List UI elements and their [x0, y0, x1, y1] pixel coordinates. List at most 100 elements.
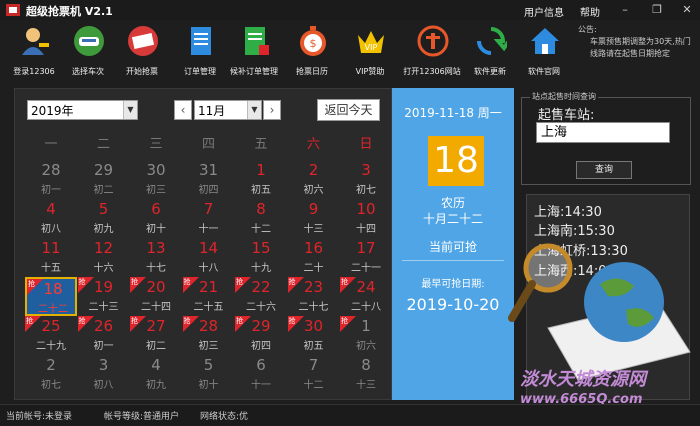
calendar-day[interactable]: 2 初七 — [25, 355, 77, 394]
start-grab-button[interactable]: 开始抢票 — [114, 22, 170, 80]
calendar-day[interactable]: 28 初一 — [25, 160, 77, 199]
help-menu[interactable]: 帮助 — [580, 4, 600, 19]
calendar-day[interactable]: 3 初八 — [78, 355, 130, 394]
day-number: 30 — [146, 161, 166, 179]
calendar-day[interactable]: 抢 20 二十四 — [130, 277, 182, 316]
month-value: 11月 — [198, 104, 226, 118]
lunar-day: 初六 — [356, 341, 376, 352]
day-number: 28 — [41, 161, 61, 179]
lunar-day: 初九 — [146, 380, 166, 391]
day-number: 7 — [308, 356, 319, 374]
station-input[interactable]: 上海 — [536, 122, 670, 143]
day-number: 29 — [93, 161, 114, 179]
day-number: 1 — [361, 317, 371, 335]
day-number: 26 — [93, 317, 114, 335]
app-title: 超级抢票机 V2.1 — [26, 5, 113, 18]
calendar-day[interactable]: 13 十七 — [130, 238, 182, 277]
calendar-day[interactable]: 15 十九 — [235, 238, 287, 277]
calendar-day[interactable]: 6 初十 — [130, 199, 182, 238]
calendar-day[interactable]: 抢 19 二十三 — [77, 277, 130, 316]
calendar-day[interactable]: 8 十二 — [235, 199, 287, 238]
lunar-day: 十四 — [356, 224, 376, 235]
day-number: 16 — [303, 239, 324, 257]
user-info-menu[interactable]: 用户信息 — [524, 4, 564, 19]
vip-sponsor-button[interactable]: VIP VIP赞助 — [342, 22, 398, 80]
calendar-day[interactable]: 14 十八 — [183, 238, 235, 277]
month-select[interactable]: 11月 ▼ — [194, 100, 262, 120]
divider — [402, 260, 504, 261]
calendar-day[interactable]: 6 十一 — [235, 355, 287, 394]
calendar-day[interactable]: 5 初九 — [78, 199, 130, 238]
calendar-day[interactable]: 抢 28 初三 — [182, 316, 235, 355]
day-number: 8 — [256, 200, 266, 218]
day-number: 27 — [146, 317, 166, 335]
lunar-day: 二十七 — [298, 302, 329, 313]
waitlist-order-button[interactable]: 候补订单管理 — [226, 22, 282, 80]
day-number: 3 — [98, 356, 109, 374]
year-select[interactable]: 2019年 ▼ — [27, 100, 138, 120]
calendar-day[interactable]: 抢 29 初四 — [235, 316, 287, 355]
restore-icon[interactable]: ❐ — [646, 2, 668, 18]
calendar-day[interactable]: 17 二十一 — [340, 238, 392, 277]
calendar-day[interactable]: 抢 18 二十二 — [25, 277, 77, 316]
next-month-button[interactable]: › — [263, 100, 281, 120]
open-12306-button[interactable]: 打开12306网站 — [403, 22, 461, 80]
calendar-day[interactable]: 抢 25 二十九 — [25, 316, 77, 355]
calendar-day[interactable]: 抢 23 二十七 — [287, 277, 340, 316]
grab-calendar-button[interactable]: $ 抢票日历 — [284, 22, 340, 80]
calendar-day[interactable]: 10 十四 — [340, 199, 392, 238]
day-number: 15 — [251, 239, 271, 257]
calendar-day[interactable]: 11 十五 — [25, 238, 77, 277]
calendar-day[interactable]: 29 初二 — [78, 160, 130, 199]
prev-month-button[interactable]: ‹ — [174, 100, 192, 120]
weekday-header: 三 — [149, 137, 163, 152]
selected-date: 2019-11-18 周一 — [404, 106, 502, 120]
calendar-day[interactable]: 3 初七 — [340, 160, 392, 199]
network-status: 网络状态:优 — [200, 412, 249, 422]
calendar-day[interactable]: 5 初十 — [183, 355, 235, 394]
calendar-day[interactable]: 4 初九 — [130, 355, 182, 394]
lunar-day: 初十 — [198, 380, 219, 391]
calendar-day[interactable]: 1 初五 — [235, 160, 287, 199]
calendar-day[interactable]: 9 十三 — [288, 199, 340, 238]
railway-logo-icon — [417, 25, 449, 57]
lunar-day: 十五 — [41, 263, 61, 274]
notice-body: 车票预售期调整为30天,热门线路请在起售日期抢定 — [590, 37, 691, 58]
close-icon[interactable]: ✕ — [676, 2, 698, 18]
calendar-day[interactable]: 抢 22 二十六 — [235, 277, 287, 316]
day-number: 19 — [93, 278, 114, 296]
calendar-day[interactable]: 抢 26 初一 — [77, 316, 130, 355]
calendar-day[interactable]: 12 十六 — [78, 238, 130, 277]
back-to-today-button[interactable]: 返回今天 — [317, 99, 380, 121]
day-number: 1 — [256, 161, 266, 179]
lunar-day: 二十二 — [38, 304, 68, 315]
day-number: 3 — [361, 161, 371, 179]
calendar-day[interactable]: 抢 30 初五 — [287, 316, 340, 355]
calendar-day[interactable]: 8 十三 — [340, 355, 392, 394]
calendar-day[interactable]: 抢 24 二十八 — [340, 277, 392, 316]
stopwatch-icon: $ — [300, 26, 326, 56]
globe-magnifier-illustration — [508, 243, 691, 381]
calendar-day[interactable]: 抢 27 初二 — [130, 316, 182, 355]
calendar-day[interactable]: 2 初六 — [288, 160, 340, 199]
calendar-day[interactable]: 7 十二 — [288, 355, 340, 394]
official-site-button[interactable]: 软件官网 — [516, 22, 572, 80]
calendar-day[interactable]: 16 二十 — [288, 238, 340, 277]
calendar-day[interactable]: 4 初八 — [25, 199, 77, 238]
lunar-day: 十八 — [198, 263, 219, 274]
minimize-icon[interactable]: – — [614, 2, 636, 18]
calendar-day[interactable]: 31 初四 — [183, 160, 235, 199]
day-number: 8 — [361, 356, 371, 374]
calendar-day[interactable]: 抢 21 二十五 — [182, 277, 235, 316]
lunar-day: 初九 — [93, 224, 114, 235]
calendar-day[interactable]: 7 十一 — [183, 199, 235, 238]
day-number: 20 — [146, 278, 166, 296]
day-number: 4 — [151, 356, 161, 374]
calendar-day[interactable]: 30 初三 — [130, 160, 182, 199]
day-number: 24 — [356, 278, 376, 296]
lunar-day: 十一 — [198, 224, 219, 235]
lunar-day: 十六 — [93, 263, 114, 274]
notice-board: 公告: 车票预售期调整为30天,热门线路请在起售日期抢定 — [578, 24, 698, 82]
calendar-day[interactable]: 抢 1 初六 — [340, 316, 392, 355]
query-button[interactable]: 查询 — [576, 161, 632, 179]
